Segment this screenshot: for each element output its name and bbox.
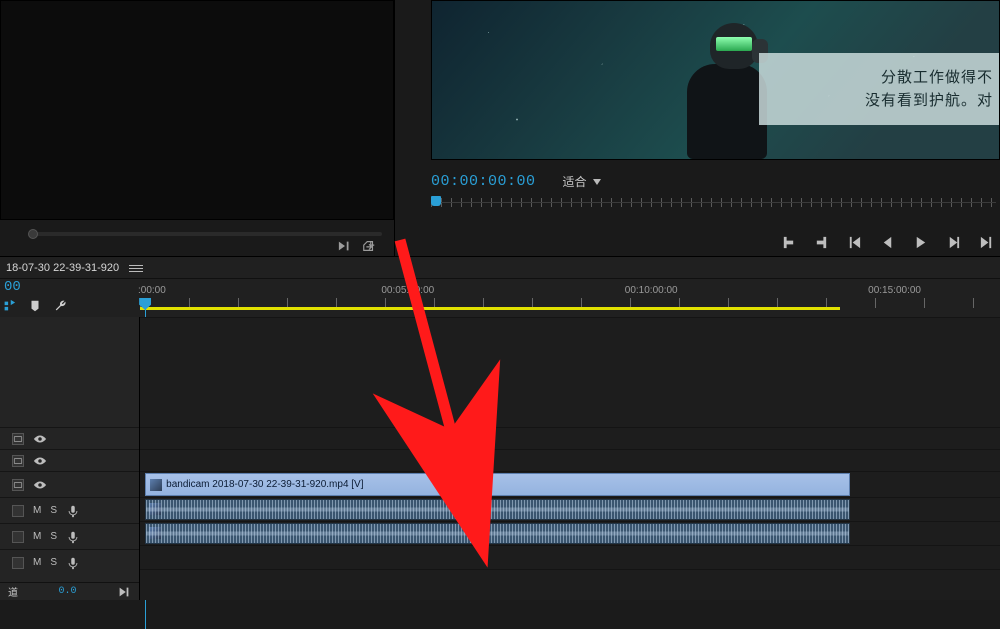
mark-out-icon[interactable] <box>814 235 829 250</box>
ruler-tick-label: :00:00 <box>138 285 166 296</box>
track-lanes[interactable]: bandicam 2018-07-30 22-39-31-920.mp4 [V] <box>140 317 1000 600</box>
track-header-spacer <box>0 317 139 427</box>
mute-button[interactable]: M <box>33 531 41 542</box>
export-frame-icon[interactable] <box>362 240 376 252</box>
panel-menu-icon[interactable] <box>129 263 143 273</box>
footer-value[interactable]: 0.0 <box>58 586 76 597</box>
track-header-a2[interactable]: M S <box>0 523 139 549</box>
skip-end-icon[interactable] <box>117 585 131 599</box>
program-monitor-viewport[interactable]: 分散工作做得不 没有看到护航。对 <box>431 0 1000 160</box>
toggle-track-output-icon[interactable] <box>12 433 24 445</box>
step-back-icon[interactable] <box>880 235 895 250</box>
solo-button[interactable]: S <box>50 557 57 568</box>
solo-button[interactable]: S <box>50 531 57 542</box>
mic-icon[interactable] <box>66 504 80 518</box>
zoom-fit-label: 适合 <box>563 173 587 190</box>
ruler-tick-label: 00:05:00:00 <box>381 285 434 296</box>
marker-icon[interactable] <box>28 299 42 313</box>
audio-clip-2[interactable] <box>145 523 850 544</box>
mark-in-icon[interactable] <box>781 235 796 250</box>
subtitle-line-1: 分散工作做得不 <box>815 66 993 89</box>
settings-wrench-icon[interactable] <box>54 299 68 313</box>
play-stop-icon[interactable] <box>338 240 352 252</box>
source-controls <box>338 240 376 252</box>
source-scroll-thumb[interactable] <box>28 229 38 239</box>
lane-v2[interactable] <box>140 449 1000 471</box>
track-header-a1[interactable]: M S <box>0 497 139 523</box>
program-time-ruler[interactable] <box>431 196 996 212</box>
lane-v3[interactable] <box>140 427 1000 449</box>
step-forward-icon[interactable] <box>946 235 961 250</box>
track-header-v2[interactable] <box>0 449 139 471</box>
top-panels: 分散工作做得不 没有看到护航。对 00:00:00:00 适合 <box>0 0 1000 256</box>
source-scrollbar[interactable] <box>30 232 382 236</box>
footer-label: 道 <box>8 584 18 599</box>
lane-v1[interactable]: bandicam 2018-07-30 22-39-31-920.mp4 [V] <box>140 471 1000 497</box>
lane-a1[interactable] <box>140 497 1000 521</box>
transport-controls <box>781 235 994 250</box>
eye-icon[interactable] <box>33 432 47 446</box>
timeline-subheader: 00 :00:00 00:05:00:00 00:10:00:00 00:15:00:… <box>0 279 1000 317</box>
program-timecode[interactable]: 00:00:00:00 <box>431 173 536 190</box>
chevron-down-icon <box>593 179 601 185</box>
lane-empty[interactable] <box>140 317 1000 427</box>
timeline-playhead-timecode[interactable]: 00 <box>4 279 21 295</box>
ruler-tick-label: 00:15:00:00 <box>868 285 921 296</box>
track-header-a3[interactable]: M S <box>0 549 139 575</box>
mute-button[interactable]: M <box>33 557 41 568</box>
play-icon[interactable] <box>913 235 928 250</box>
audio-master-footer: 道 0.0 <box>0 582 139 600</box>
source-monitor-viewport[interactable] <box>0 0 394 220</box>
lane-a3[interactable] <box>140 545 1000 569</box>
program-playhead[interactable] <box>431 196 441 206</box>
program-monitor-panel: 分散工作做得不 没有看到护航。对 00:00:00:00 适合 <box>395 0 1000 256</box>
solo-button[interactable]: S <box>50 505 57 516</box>
clip-thumbnail <box>150 479 162 491</box>
eye-icon[interactable] <box>33 478 47 492</box>
toggle-track-output-icon[interactable] <box>12 455 24 467</box>
source-monitor-panel <box>0 0 395 256</box>
track-header-v3[interactable] <box>0 427 139 449</box>
preview-subtitle: 分散工作做得不 没有看到护航。对 <box>759 53 999 125</box>
mic-icon[interactable] <box>66 530 80 544</box>
toggle-track-output-icon[interactable] <box>12 531 24 543</box>
track-headers: M S M S M S 道 0.0 <box>0 317 140 600</box>
lane-a2[interactable] <box>140 521 1000 545</box>
timeline-panel: 18-07-30 22-39-31-920 00 :00:00 00:05:00:… <box>0 256 1000 600</box>
tracks-area: M S M S M S 道 0.0 <box>0 317 1000 600</box>
audio-clip-1[interactable] <box>145 499 850 520</box>
zoom-fit-dropdown[interactable]: 适合 <box>556 170 608 193</box>
subtitle-line-2: 没有看到护航。对 <box>815 89 993 112</box>
mute-button[interactable]: M <box>33 505 41 516</box>
timeline-tools <box>2 299 68 313</box>
go-to-out-icon[interactable] <box>979 235 994 250</box>
mic-icon[interactable] <box>66 556 80 570</box>
eye-icon[interactable] <box>33 454 47 468</box>
toggle-track-output-icon[interactable] <box>12 479 24 491</box>
timeline-header: 18-07-30 22-39-31-920 <box>0 257 1000 279</box>
sequence-name[interactable]: 18-07-30 22-39-31-920 <box>6 262 119 274</box>
snap-icon[interactable] <box>2 299 16 313</box>
ruler-tick-label: 00:10:00:00 <box>625 285 678 296</box>
go-to-in-icon[interactable] <box>847 235 862 250</box>
toggle-track-output-icon[interactable] <box>12 505 24 517</box>
video-clip[interactable]: bandicam 2018-07-30 22-39-31-920.mp4 [V] <box>145 473 850 496</box>
track-header-v1[interactable] <box>0 471 139 497</box>
clip-label: bandicam 2018-07-30 22-39-31-920.mp4 [V] <box>166 479 363 490</box>
timeline-ruler[interactable]: :00:00 00:05:00:00 00:10:00:00 00:15:00:00 <box>140 283 994 317</box>
lane-a4[interactable] <box>140 569 1000 593</box>
toggle-track-output-icon[interactable] <box>12 557 24 569</box>
work-area-bar[interactable] <box>140 307 840 310</box>
